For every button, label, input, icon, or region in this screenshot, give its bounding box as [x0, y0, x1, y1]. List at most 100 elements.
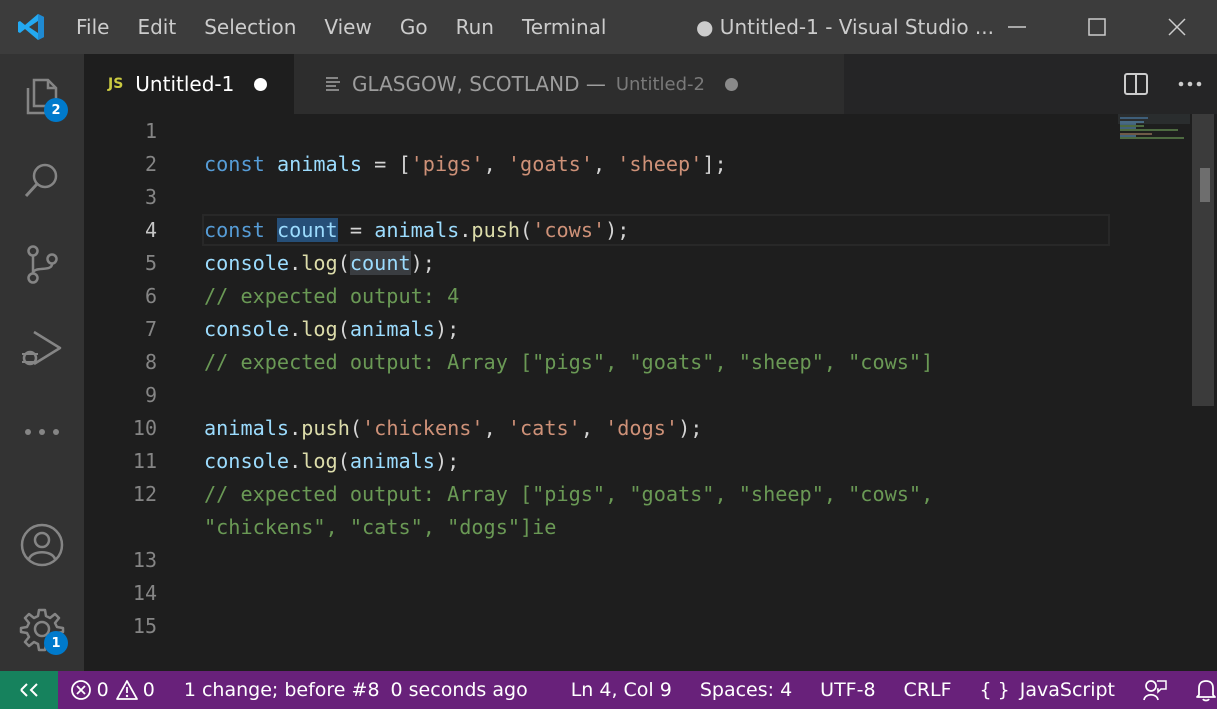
indentation-button[interactable]: Spaces: 4 — [700, 671, 792, 709]
code-line: 10 animals.push('chickens', 'cats', 'dog… — [84, 412, 1194, 445]
braces-icon: { } — [979, 679, 1010, 701]
language-mode-button[interactable]: { } JavaScript — [980, 671, 1115, 709]
tab-label: GLASGOW, SCOTLAND — — [352, 72, 606, 96]
bell-icon — [1196, 680, 1216, 702]
menu-terminal[interactable]: Terminal — [508, 0, 621, 54]
feedback-button[interactable] — [1143, 678, 1167, 702]
menu-edit[interactable]: Edit — [123, 0, 190, 54]
line-number: 10 — [132, 416, 157, 440]
text-file-icon — [326, 77, 340, 91]
activity-more[interactable] — [0, 390, 84, 474]
unsaved-dot-icon[interactable] — [724, 77, 738, 91]
code-text: // expected output: Array ["pigs", "goat… — [204, 482, 934, 539]
menu-go[interactable]: Go — [386, 0, 442, 54]
code-text: const count = animals.push('cows'); — [204, 218, 630, 242]
line-number: 2 — [144, 152, 157, 176]
line-number: 11 — [132, 449, 157, 473]
activity-run-debug[interactable] — [0, 306, 84, 390]
tab-description: Untitled-2 — [615, 73, 705, 95]
maximize-button[interactable] — [1057, 0, 1137, 54]
code-line: 11 console.log(animals); — [84, 445, 1194, 478]
code-line: 1 — [84, 115, 1194, 148]
code-line: 12 // expected output: Array ["pigs", "g… — [84, 478, 1194, 544]
javascript-file-icon: JS — [108, 76, 124, 92]
window-controls — [977, 0, 1217, 54]
activity-source-control[interactable] — [0, 222, 84, 306]
unsaved-dot-icon[interactable] — [254, 77, 268, 91]
scrollbar-thumb[interactable] — [1192, 114, 1214, 406]
maximize-icon — [1088, 18, 1106, 36]
remote-icon — [20, 683, 38, 697]
minimap[interactable] — [1118, 114, 1192, 671]
minimize-icon — [1008, 26, 1026, 28]
warning-icon — [115, 680, 138, 700]
code-line: 14 — [84, 577, 1194, 610]
notifications-button[interactable] — [1195, 678, 1217, 702]
activity-accounts[interactable] — [0, 503, 84, 587]
tab-untitled-2[interactable]: GLASGOW, SCOTLAND — Untitled-2 — [294, 54, 844, 114]
activity-manage[interactable]: 1 — [0, 587, 84, 671]
menu-file[interactable]: File — [62, 0, 123, 54]
close-icon — [1168, 18, 1186, 36]
feedback-icon — [1143, 680, 1167, 701]
code-line: 8 // expected output: Array ["pigs", "go… — [84, 346, 1194, 379]
code-text: const animals = ['pigs', 'goats', 'sheep… — [204, 152, 727, 176]
line-number: 9 — [144, 383, 157, 407]
code-line-current: 4 const count = animals.push('cows'); — [84, 214, 1194, 247]
menu-view[interactable]: View — [310, 0, 385, 54]
code-text: console.log(count); — [204, 251, 435, 275]
code-text: // expected output: 4 — [204, 284, 460, 308]
menu-selection[interactable]: Selection — [190, 0, 310, 54]
code-text: console.log(animals); — [204, 449, 460, 473]
status-bar: 0 0 1 change; before #8 0 seconds ago Ln… — [0, 671, 1217, 709]
code-line: 3 — [84, 181, 1194, 214]
tab-label: Untitled-1 — [135, 72, 235, 96]
activity-search[interactable] — [0, 138, 84, 222]
code-line: 7 console.log(animals); — [84, 313, 1194, 346]
activity-bar: 2 1 — [0, 54, 84, 671]
code-line: 6 // expected output: 4 — [84, 280, 1194, 313]
cursor-position-button[interactable]: Ln 4, Col 9 — [571, 671, 672, 709]
accounts-icon — [20, 523, 64, 567]
timeline-status[interactable]: 1 change; before #8 — [184, 671, 380, 709]
line-number: 14 — [132, 581, 157, 605]
explorer-badge: 2 — [44, 98, 68, 122]
minimize-button[interactable] — [977, 0, 1057, 54]
problems-button[interactable]: 0 0 — [70, 671, 155, 709]
encoding-button[interactable]: UTF-8 — [820, 671, 875, 709]
code-editor[interactable]: 1 2 const animals = ['pigs', 'goats', 's… — [84, 114, 1217, 671]
vscode-logo-icon — [0, 0, 62, 54]
split-editor-icon — [1124, 73, 1148, 95]
line-number: 3 — [144, 185, 157, 209]
line-ending-button[interactable]: CRLF — [904, 671, 952, 709]
more-actions-button[interactable] — [1163, 54, 1217, 114]
menu-run[interactable]: Run — [442, 0, 508, 54]
menu-bar: File Edit Selection View Go Run Terminal — [62, 0, 620, 54]
line-number: 1 — [144, 119, 157, 143]
language-label: JavaScript — [1019, 679, 1115, 701]
line-number: 12 — [132, 482, 157, 506]
editor-actions — [1109, 54, 1217, 114]
editor-tab-bar: JS Untitled-1 GLASGOW, SCOTLAND — Untitl… — [84, 54, 1217, 114]
line-number: 13 — [132, 548, 157, 572]
code-line: 15 — [84, 610, 1194, 643]
close-button[interactable] — [1137, 0, 1217, 54]
source-control-icon — [27, 245, 58, 284]
split-editor-button[interactable] — [1109, 54, 1163, 114]
search-icon — [24, 163, 58, 198]
manage-badge: 1 — [44, 631, 68, 655]
line-number: 7 — [144, 317, 157, 341]
run-debug-icon — [22, 330, 62, 366]
tab-untitled-1[interactable]: JS Untitled-1 — [84, 54, 294, 114]
code-text: animals.push('chickens', 'cats', 'dogs')… — [204, 416, 703, 440]
ellipsis-icon — [1178, 81, 1202, 87]
scrollbar-cursor-marker — [1200, 168, 1210, 202]
code-line: 2 const animals = ['pigs', 'goats', 'she… — [84, 148, 1194, 181]
activity-explorer[interactable]: 2 — [0, 54, 84, 138]
window-title: ● Untitled-1 - Visual Studio ... — [696, 15, 994, 39]
code-text: console.log(animals); — [204, 317, 460, 341]
line-number: 8 — [144, 350, 157, 374]
code-line: 9 — [84, 379, 1194, 412]
error-count: 0 — [96, 679, 109, 701]
remote-indicator-button[interactable] — [0, 671, 58, 709]
